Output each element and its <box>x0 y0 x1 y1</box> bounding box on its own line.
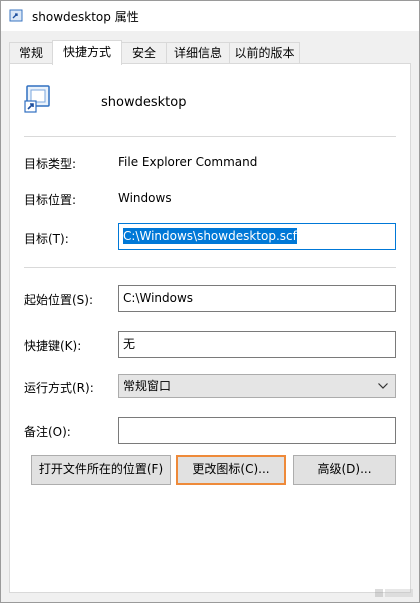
properties-window: showdesktop 属性 常规 快捷方式 安全 详细信息 以前的版本 sho… <box>0 0 420 603</box>
target-location-label: 目标位置: <box>24 193 77 207</box>
watermark-logo <box>375 589 413 597</box>
tab-security[interactable]: 安全 <box>121 42 167 63</box>
run-select-value: 常规窗口 <box>123 379 172 393</box>
shortcut-panel: showdesktop 目标类型: File Explorer Command … <box>9 63 411 593</box>
comment-field[interactable] <box>118 417 396 444</box>
target-label: 目标(T): <box>24 232 69 246</box>
start-in-field[interactable]: C:\Windows <box>118 285 396 312</box>
shortcut-name: showdesktop <box>101 95 187 110</box>
divider <box>24 136 396 137</box>
tab-details[interactable]: 详细信息 <box>166 42 230 63</box>
hotkey-label: 快捷键(K): <box>24 339 82 353</box>
shortcut-icon <box>9 9 23 22</box>
comment-label: 备注(O): <box>24 425 71 439</box>
change-icon-button[interactable]: 更改图标(C)... <box>176 455 286 485</box>
shortcut-icon <box>24 85 50 113</box>
run-select[interactable]: 常规窗口 <box>118 374 396 398</box>
title-bar: showdesktop 属性 <box>1 1 419 31</box>
tab-previous-versions[interactable]: 以前的版本 <box>229 42 300 63</box>
target-type-label: 目标类型: <box>24 157 77 171</box>
target-field[interactable]: C:\Windows\showdesktop.scf <box>118 223 396 250</box>
target-location-value: Windows <box>118 191 172 205</box>
target-type-value: File Explorer Command <box>118 155 258 169</box>
hotkey-field[interactable]: 无 <box>118 331 396 358</box>
target-field-value: C:\Windows\showdesktop.scf <box>123 228 297 244</box>
run-label: 运行方式(R): <box>24 381 94 395</box>
open-file-location-button[interactable]: 打开文件所在的位置(F) <box>31 455 171 485</box>
divider <box>24 267 396 268</box>
advanced-button[interactable]: 高级(D)... <box>293 455 396 485</box>
chevron-down-icon <box>378 383 388 389</box>
start-in-label: 起始位置(S): <box>24 293 94 307</box>
window-title: showdesktop 属性 <box>32 10 139 24</box>
tab-bar: 常规 快捷方式 安全 详细信息 以前的版本 <box>9 40 411 65</box>
tab-general[interactable]: 常规 <box>9 42 53 63</box>
tab-shortcut[interactable]: 快捷方式 <box>52 40 122 65</box>
